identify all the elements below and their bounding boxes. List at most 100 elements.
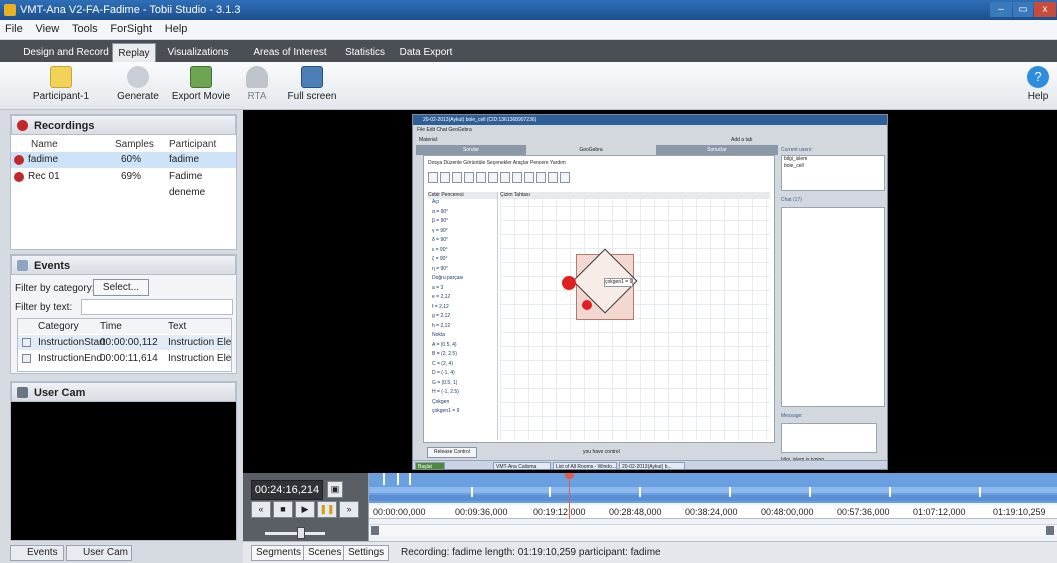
export-movie-label: Export Movie xyxy=(171,91,231,102)
algebra-item: B = (2, 2.5) xyxy=(432,351,457,357)
person-icon xyxy=(246,66,268,88)
tab-data-export[interactable]: Data Export xyxy=(396,43,456,62)
algebra-item: Açı xyxy=(432,199,440,205)
help-button[interactable]: ? Help xyxy=(1024,66,1052,102)
events-icon xyxy=(17,260,28,271)
events-column-headers: Category Time Text xyxy=(18,319,231,334)
event-row[interactable]: InstructionEnd 00:00:11,614 Instruction … xyxy=(18,351,231,366)
rewind-button[interactable]: « xyxy=(251,501,271,518)
algebra-item: ε = 90° xyxy=(432,246,448,253)
recording-samples: 60% xyxy=(121,154,142,165)
participant-label: Participant-1 xyxy=(32,91,90,102)
algebra-item: δ = 90° xyxy=(432,237,449,243)
algebra-item: çokgen1 = 9 xyxy=(432,408,460,414)
close-button[interactable]: x xyxy=(1034,2,1056,17)
col-text[interactable]: Text xyxy=(168,319,186,334)
event-checkbox[interactable] xyxy=(22,338,31,347)
maximize-button[interactable]: ▭ xyxy=(1013,2,1033,17)
events-tab[interactable]: Events xyxy=(10,545,64,561)
geogebra-menu: Dosya Düzenle Görüntüle Seçenekler Araçl… xyxy=(428,160,566,166)
tab-design-and-record[interactable]: Design and Record xyxy=(20,43,112,62)
col-name[interactable]: Name xyxy=(31,139,58,150)
vmt-add-tab: Add a tab xyxy=(731,137,753,143)
col-time[interactable]: Time xyxy=(100,319,122,334)
event-row[interactable]: InstructionStart 00:00:00,112 Instructio… xyxy=(18,335,231,350)
fast-forward-button[interactable]: » xyxy=(339,501,359,518)
event-marker xyxy=(409,473,411,485)
menu-help[interactable]: Help xyxy=(160,20,193,38)
user-item: bilgi_islem xyxy=(784,156,808,162)
playhead[interactable] xyxy=(569,473,570,519)
rta-button[interactable]: RTA xyxy=(244,66,270,102)
main-tab-bar: Design and Record Replay Visualizations … xyxy=(0,40,1057,62)
user-item: bole_cell xyxy=(784,163,804,169)
tobii-app-icon xyxy=(4,4,16,16)
participant-button[interactable]: Participant-1 xyxy=(30,66,92,102)
event-marker xyxy=(383,473,385,485)
geogebra-workspace: Dosya Düzenle Görüntüle Seçenekler Araçl… xyxy=(423,155,775,443)
event-marker xyxy=(471,487,473,497)
scroll-right-arrow[interactable] xyxy=(1046,526,1054,535)
recording-row[interactable]: fadime 60% fadime xyxy=(11,152,236,168)
event-category: InstructionStart xyxy=(38,337,106,348)
event-tracks[interactable] xyxy=(369,473,1057,503)
recording-name: fadime xyxy=(28,154,59,165)
events-title: Events xyxy=(34,260,71,272)
algebra-item: η = 90° xyxy=(432,265,449,272)
event-marker xyxy=(729,487,731,497)
event-checkbox[interactable] xyxy=(22,354,31,363)
full-screen-button[interactable]: Full screen xyxy=(287,66,337,102)
recording-icon xyxy=(14,155,24,165)
time-settings-button[interactable]: ▣ xyxy=(327,481,343,498)
event-text: Instruction Ele... xyxy=(168,353,232,364)
tab-areas-of-interest[interactable]: Areas of Interest xyxy=(246,43,334,62)
algebra-item: Çokgen xyxy=(432,398,450,405)
menu-view[interactable]: View xyxy=(31,20,65,38)
tab-statistics[interactable]: Statistics xyxy=(334,43,396,62)
event-marker xyxy=(809,487,811,497)
volume-slider[interactable] xyxy=(265,532,325,535)
pause-button[interactable]: ❚❚ xyxy=(317,501,337,518)
col-samples[interactable]: Samples xyxy=(115,139,154,150)
stop-button[interactable]: ■ xyxy=(273,501,293,518)
select-category-button[interactable]: Select... xyxy=(93,279,149,296)
time-ruler[interactable]: 00:00:00,000 00:09:36,000 00:19:12,000 0… xyxy=(369,505,1057,519)
scroll-left-arrow[interactable] xyxy=(371,526,379,535)
col-category[interactable]: Category xyxy=(38,319,79,334)
taskbar-item: 20-02-2013(Aykut) b... xyxy=(619,462,685,469)
tick-label: 00:28:48,000 xyxy=(609,507,662,517)
participant-icon xyxy=(50,66,72,88)
recording-participant: Fadime deneme xyxy=(169,171,206,198)
full-screen-icon xyxy=(301,66,323,88)
recordings-header: Recordings xyxy=(11,115,236,135)
full-screen-label: Full screen xyxy=(287,91,337,102)
menu-file[interactable]: File xyxy=(0,20,28,38)
menu-bar: File View Tools ForSight Help xyxy=(0,20,1057,40)
col-participant[interactable]: Participant xyxy=(169,139,216,150)
timeline: 00:00:00,000 00:09:36,000 00:19:12,000 0… xyxy=(368,473,1057,541)
filter-text-input[interactable] xyxy=(81,299,233,315)
menu-tools[interactable]: Tools xyxy=(67,20,103,38)
message-box xyxy=(781,423,877,453)
generate-button[interactable]: Generate xyxy=(115,66,161,102)
scenes-tab[interactable]: Scenes xyxy=(303,545,347,561)
tab-replay[interactable]: Replay xyxy=(112,43,156,62)
user-cam-header: User Cam xyxy=(11,382,236,402)
export-movie-button[interactable]: Export Movie xyxy=(170,66,232,102)
vmt-tab-geogebra: GeoGebra xyxy=(528,145,654,155)
menu-forsight[interactable]: ForSight xyxy=(105,20,157,38)
segments-tab[interactable]: Segments xyxy=(251,545,307,561)
user-cam-tab[interactable]: User Cam xyxy=(66,545,132,561)
tab-visualizations[interactable]: Visualizations xyxy=(160,43,236,62)
generate-icon xyxy=(127,66,149,88)
timeline-scrollbar[interactable] xyxy=(369,524,1057,536)
help-icon: ? xyxy=(1027,66,1049,88)
play-button[interactable]: ▶ xyxy=(295,501,315,518)
recording-row[interactable]: Rec 01 69% Fadime deneme xyxy=(11,169,236,198)
settings-tab[interactable]: Settings xyxy=(343,545,390,561)
tick-label: 00:19:12,000 xyxy=(533,507,586,517)
tick-label: 01:19:10,259 xyxy=(993,507,1046,517)
minimize-button[interactable]: – xyxy=(990,2,1012,17)
algebra-item: h = 2,12 xyxy=(432,322,451,329)
volume-slider-handle[interactable] xyxy=(297,527,305,539)
